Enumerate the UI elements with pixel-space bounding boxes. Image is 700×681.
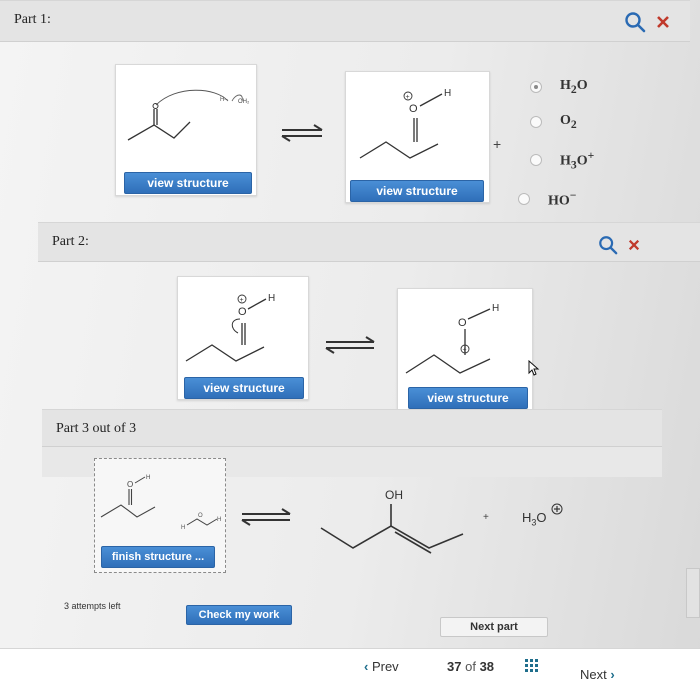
- plus-sign: +: [483, 512, 489, 523]
- svg-text:+: +: [463, 347, 467, 354]
- view-structure-button[interactable]: view structure: [350, 180, 484, 202]
- close-icon[interactable]: [628, 239, 640, 256]
- svg-text:OH₂: OH₂: [238, 99, 250, 105]
- part2-structure-panel-a[interactable]: H O + view structure: [177, 276, 309, 400]
- option-o2[interactable]: O2: [530, 113, 577, 131]
- check-my-work-button[interactable]: Check my work: [186, 605, 292, 625]
- finish-structure-button[interactable]: finish structure ...: [101, 546, 215, 568]
- part3-product-structure: [320, 504, 464, 554]
- footer-navigation: ‹ Prev 37 of 38 Next ›: [0, 648, 700, 681]
- svg-text:O: O: [198, 513, 203, 519]
- svg-text:O: O: [127, 480, 133, 489]
- next-part-button[interactable]: Next part: [440, 617, 548, 637]
- option-label: O2: [560, 113, 577, 131]
- part1-header: Part 1:: [0, 0, 690, 42]
- radio-button[interactable]: [530, 80, 542, 93]
- part2-header: Part 2:: [38, 222, 700, 262]
- radio-button[interactable]: [530, 154, 542, 167]
- part3-title: Part 3 out of 3: [56, 421, 137, 436]
- equilibrium-arrows-icon: [325, 336, 375, 354]
- option-h2o[interactable]: H2O: [530, 78, 588, 96]
- svg-text:H: H: [146, 475, 150, 481]
- part1-title: Part 1:: [14, 12, 51, 27]
- next-button[interactable]: Next ›: [580, 667, 615, 681]
- svg-text:H–: H–: [220, 97, 228, 103]
- svg-text:H: H: [181, 525, 185, 531]
- svg-text:+: +: [406, 94, 410, 101]
- radio-button[interactable]: [530, 115, 542, 128]
- svg-text:H: H: [492, 303, 499, 314]
- scrollbar-right[interactable]: [686, 568, 700, 618]
- view-structure-button[interactable]: view structure: [184, 377, 304, 399]
- part1-structure-panel-a[interactable]: H– OH₂ view structure: [115, 64, 257, 196]
- part2-title: Part 2:: [52, 234, 89, 249]
- grid-icon[interactable]: [524, 658, 540, 679]
- option-label: HO−: [548, 189, 577, 209]
- svg-text:H: H: [268, 293, 275, 304]
- page-current: 37: [447, 659, 462, 674]
- part3-header: Part 3 out of 3: [42, 409, 662, 447]
- cursor-icon: [528, 360, 540, 376]
- option-label: H3O+: [560, 149, 595, 172]
- chevron-right-icon: ›: [606, 667, 615, 681]
- oh-label: OH: [385, 488, 403, 502]
- part2-structure-panel-b[interactable]: H O + view structure: [397, 288, 533, 410]
- part1-structure-panel-b[interactable]: H O + view structure: [345, 71, 490, 203]
- plus-sign: +: [493, 136, 502, 152]
- chevron-left-icon: ‹: [364, 659, 372, 674]
- radio-button[interactable]: [518, 193, 530, 206]
- page-of: of: [465, 659, 476, 674]
- equilibrium-arrows-icon: [241, 508, 291, 526]
- svg-text:H: H: [217, 517, 221, 523]
- close-icon[interactable]: [656, 15, 670, 34]
- positive-charge-icon: [551, 503, 563, 515]
- search-icon[interactable]: [624, 11, 646, 38]
- attempts-left-label: 3 attempts left: [64, 601, 121, 611]
- equilibrium-arrows-icon: [281, 124, 323, 142]
- page-total: 38: [479, 659, 495, 674]
- svg-text:+: +: [240, 297, 244, 304]
- hydronium-label: H3O: [522, 510, 547, 528]
- svg-text:H: H: [444, 88, 451, 99]
- part3-structure-canvas[interactable]: O H H O H finish structure ...: [94, 458, 226, 573]
- option-label: H2O: [560, 78, 588, 96]
- prev-button[interactable]: ‹ Prev: [364, 659, 399, 674]
- option-h3o-plus[interactable]: H3O+: [530, 149, 594, 171]
- page-indicator: 37 of 38: [447, 659, 494, 674]
- svg-text:O: O: [238, 306, 247, 318]
- svg-text:O: O: [409, 103, 418, 115]
- view-structure-button[interactable]: view structure: [408, 387, 528, 409]
- view-structure-button[interactable]: view structure: [124, 172, 252, 194]
- option-hydroxide[interactable]: HO−: [518, 189, 576, 210]
- search-icon[interactable]: [598, 235, 618, 260]
- svg-text:O: O: [458, 317, 467, 329]
